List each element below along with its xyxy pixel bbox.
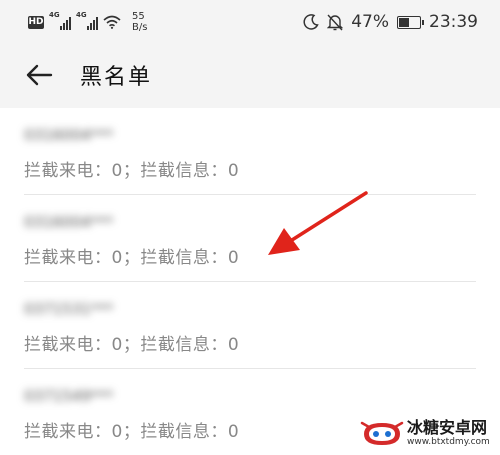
blacklist-list: 0316004*** 拦截来电：0；拦截信息：0 0316004*** 拦截来电…	[0, 108, 500, 455]
watermark-logo-icon	[360, 421, 404, 445]
intercept-stats: 拦截来电：0；拦截信息：0	[24, 422, 240, 442]
watermark-text: 冰糖安卓网 www.btxtdmy.com	[407, 419, 490, 448]
battery-fill	[399, 17, 410, 27]
intercept-stats: 拦截来电：0；拦截信息：0	[24, 335, 240, 355]
intercept-stats: 拦截来电：0；拦截信息：0	[24, 161, 240, 181]
bell-muted-icon	[327, 14, 344, 30]
wifi-icon	[103, 15, 121, 29]
app-header: 黑名单	[0, 44, 500, 108]
status-bar: HD 4G 4G 55 B/s 47% 23:39	[0, 0, 500, 44]
status-right-group: 47% 23:39	[303, 10, 478, 34]
battery-percent: 47%	[351, 12, 389, 32]
phone-number: 0371531***	[24, 300, 114, 318]
moon-icon	[303, 14, 319, 30]
network-speed: 55 B/s	[132, 11, 147, 33]
signal-2-label: 4G	[76, 11, 87, 19]
list-item[interactable]: 0371531*** 拦截来电：0；拦截信息：0	[24, 282, 476, 369]
battery-icon	[397, 15, 424, 29]
annotation-arrow-icon	[268, 191, 368, 255]
net-speed-value: 55	[132, 11, 145, 22]
phone-number: 0316004***	[24, 213, 114, 231]
net-speed-unit: B/s	[132, 22, 148, 33]
back-arrow-icon[interactable]	[24, 60, 54, 90]
clock: 23:39	[429, 12, 478, 32]
watermark-name: 冰糖安卓网	[407, 418, 488, 437]
watermark-url: www.btxtdmy.com	[407, 437, 490, 447]
list-item[interactable]: 0316004*** 拦截来电：0；拦截信息：0	[24, 195, 476, 282]
list-item[interactable]: 0316004*** 拦截来电：0；拦截信息：0	[24, 108, 476, 195]
status-left-group: HD 4G 4G 55 B/s	[28, 10, 147, 34]
signal-icon: 4G	[49, 11, 71, 30]
signal-1-label: 4G	[49, 11, 60, 19]
phone-number: 0371549***	[24, 387, 114, 405]
signal-icon: 4G	[76, 11, 98, 30]
watermark: 冰糖安卓网 www.btxtdmy.com	[360, 412, 500, 455]
phone-number: 0316004***	[24, 126, 114, 144]
intercept-stats: 拦截来电：0；拦截信息：0	[24, 248, 240, 268]
page-title: 黑名单	[80, 65, 153, 90]
hd-icon: HD	[28, 15, 44, 29]
